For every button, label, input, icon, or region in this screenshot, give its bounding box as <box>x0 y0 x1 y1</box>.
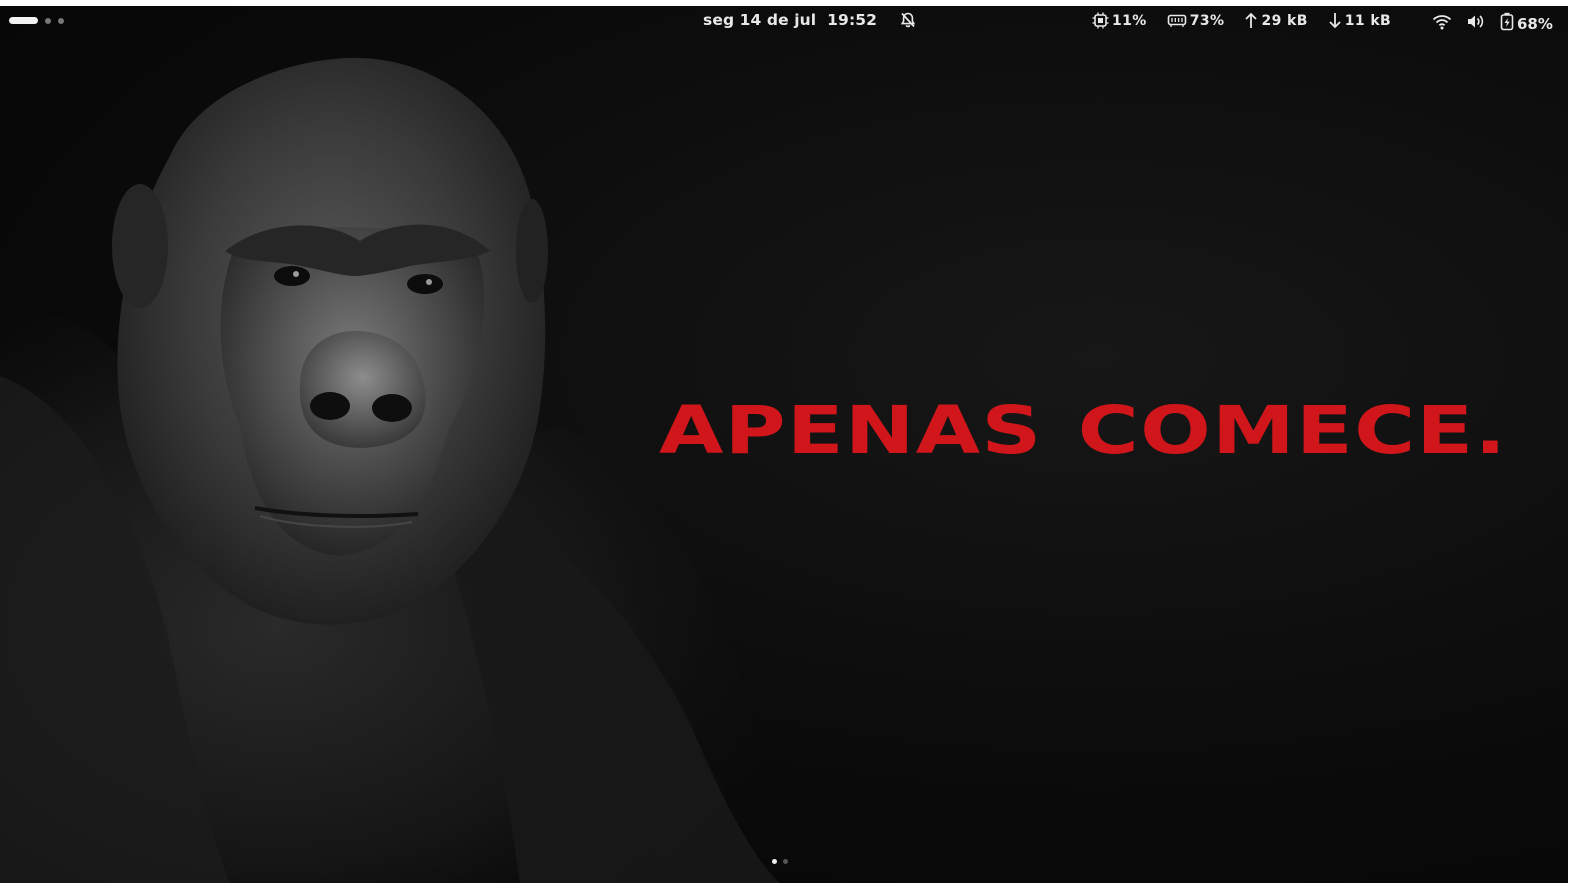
top-panel: seg 14 de jul 19:52 11% 73% 29 kB 11 kB … <box>0 6 1568 36</box>
upload-indicator[interactable]: 29 kB <box>1244 12 1307 29</box>
time-label: 19:52 <box>827 11 878 29</box>
battery-value: 68% <box>1517 14 1553 33</box>
cpu-value: 11% <box>1112 12 1147 29</box>
battery-indicator: 68% <box>1500 12 1553 35</box>
memory-icon <box>1167 13 1187 29</box>
page-dot-2[interactable] <box>783 859 788 864</box>
page-indicator[interactable] <box>772 859 788 864</box>
volume-icon <box>1466 13 1486 34</box>
notifications-off-icon <box>899 11 917 29</box>
download-indicator[interactable]: 11 kB <box>1328 12 1391 29</box>
upload-arrow-icon <box>1244 12 1258 29</box>
battery-charging-icon <box>1500 12 1514 35</box>
workspace-3[interactable] <box>58 17 64 24</box>
download-value: 11 kB <box>1344 12 1392 29</box>
wifi-icon <box>1432 14 1452 34</box>
wallpaper-headline: APENAS COMECE. <box>659 392 1508 469</box>
page-dot-1[interactable] <box>772 859 777 864</box>
workspace-1-active[interactable] <box>9 17 38 24</box>
system-menu-button[interactable]: 68% <box>1432 12 1553 35</box>
cpu-icon <box>1092 12 1109 29</box>
system-monitor[interactable]: 11% 73% 29 kB 11 kB <box>1092 12 1411 29</box>
upload-value: 29 kB <box>1261 12 1308 29</box>
desktop: seg 14 de jul 19:52 11% 73% 29 kB 11 kB … <box>0 6 1568 883</box>
workspace-indicator[interactable] <box>9 17 64 24</box>
download-arrow-icon <box>1328 12 1342 29</box>
memory-value: 73% <box>1189 12 1225 29</box>
workspace-2[interactable] <box>45 17 51 24</box>
memory-indicator[interactable]: 73% <box>1167 13 1225 29</box>
date-label: seg 14 de jul <box>703 11 817 29</box>
clock-button[interactable]: seg 14 de jul 19:52 <box>703 11 917 29</box>
cpu-indicator[interactable]: 11% <box>1092 12 1147 29</box>
